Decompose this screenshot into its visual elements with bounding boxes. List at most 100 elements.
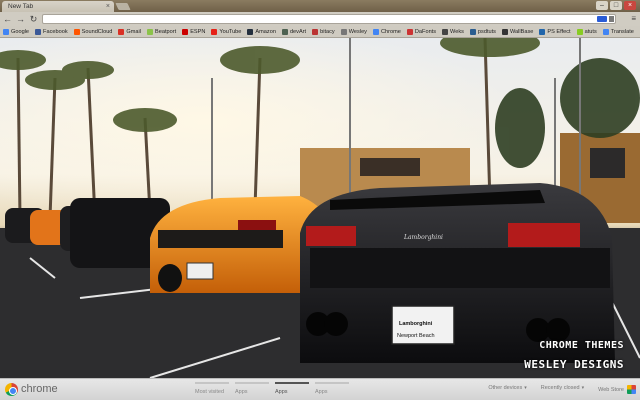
bookmark-dafonts[interactable]: DaFonts [406,28,437,35]
bookmark-devart[interactable]: devArt [281,28,307,35]
bookmark-wesley[interactable]: Wesley [340,28,367,35]
tab-strip: New Tab × – □ × [0,0,640,12]
ntp-page-tab[interactable]: Apps [315,382,349,395]
ntp-page-label: Apps [315,389,328,395]
bookmarks-bar: Google Facebook SoundCloud Gmail Beatport ESP… [0,26,640,38]
favicon-icon [147,28,154,35]
bookmark-label: atuts [584,28,597,35]
other-devices-label: Other devices [488,385,523,391]
bookmark-label: Weks [450,28,464,35]
plate-brand: Lamborghini [399,321,433,327]
page-action-icon[interactable] [609,16,614,22]
favicon-icon [281,28,288,35]
bookmark-label: DaFonts [414,28,437,35]
omnibox[interactable] [42,14,616,24]
ntp-page-label: Apps [275,389,288,395]
ntp-page-tab[interactable]: Apps [275,382,309,395]
bookmark-label: Facebook [43,28,68,35]
bookmark-chrome[interactable]: Chrome [372,28,401,35]
bookmark-label: devArt [289,28,307,35]
back-icon[interactable]: ← [2,14,13,25]
car-script: Lamborghini [403,234,443,241]
bookmark-label: Google [11,28,30,35]
chrome-wordmark: chrome [21,383,58,395]
favicon-icon [406,28,413,35]
bookmark-label: PS Effect [547,28,571,35]
menu-icon[interactable]: ≡ [631,15,636,23]
favicon-icon [469,28,476,35]
favicon-icon [372,28,379,35]
ntp-page-label: Most visited [195,389,225,395]
recently-closed-label: Recently closed [540,385,580,391]
ntp-page-label: Apps [235,389,248,395]
extension-icon[interactable] [597,16,607,22]
bookmark-youtube[interactable]: YouTube [211,28,242,35]
favicon-icon [182,28,189,35]
bookmark-amazon[interactable]: Amazon [247,28,276,35]
bookmark-beatport[interactable]: Beatport [147,28,177,35]
favicon-icon [35,28,42,35]
theme-caption-line-1: CHROME THEMES [539,340,624,351]
bookmark-wallbase[interactable]: WallBase [501,28,534,35]
bookmark-label: psdtuts [477,28,496,35]
bookmark-translate[interactable]: Translate [602,28,634,35]
other-devices-menu[interactable]: Other devices ▾ [488,385,526,394]
tab-new-tab[interactable]: New Tab × [2,1,114,12]
theme-background-image: Lamborghini Lamborghini Newport Beach CH… [0,38,640,378]
reload-icon[interactable]: ↻ [28,14,39,25]
favicon-icon [312,28,319,35]
chrome-logo-icon [5,383,18,396]
tab-close-icon[interactable]: × [106,1,110,12]
close-button[interactable]: × [624,1,636,10]
bookmark-weks[interactable]: Weks [442,28,464,35]
bookmark-bitacy[interactable]: bitacy [312,28,335,35]
bookmark-google[interactable]: Google [3,28,30,35]
chevron-down-icon: ▾ [524,385,527,391]
bookmark-label: Beatport [155,28,177,35]
bookmark-espn[interactable]: ESPN [182,28,206,35]
tab-title: New Tab [8,3,34,10]
bookmark-label: YouTube [219,28,242,35]
ntp-menus: Other devices ▾ Recently closed ▾ Web Stor… [488,385,636,394]
address-input[interactable] [43,15,558,23]
bookmark-gmail[interactable]: Gmail [118,28,141,35]
page-switcher: Most visited Apps Apps Apps [195,382,349,395]
favicon-icon [501,28,508,35]
favicon-icon [118,28,125,35]
bookmark-facebook[interactable]: Facebook [35,28,68,35]
favicon-icon [340,28,347,35]
minimize-button[interactable]: – [596,1,608,10]
bookmark-psdtuts[interactable]: psdtuts [469,28,496,35]
favicon-icon [602,28,609,35]
bookmark-label: ESPN [190,28,206,35]
new-tab-button[interactable] [115,3,131,10]
window-controls: – □ × [596,1,636,10]
bookmark-atuts[interactable]: atuts [576,28,597,35]
web-store-label: Web Store [598,386,624,393]
black-car [300,183,615,363]
web-store-icon [627,385,636,394]
toolbar: ← → ↻ ≡ [0,12,640,26]
theme-caption-line-2: WESLEY DESIGNS [524,358,624,371]
web-store-link[interactable]: Web Store [598,385,636,394]
maximize-button[interactable]: □ [610,1,622,10]
parking-lot-scene: Lamborghini Lamborghini Newport Beach [0,38,640,378]
bookmark-label: WallBase [509,28,534,35]
favicon-icon [3,28,9,35]
favicon-icon [211,28,218,35]
favicon-icon [442,28,449,35]
plate-city: Newport Beach [397,333,435,339]
recently-closed-menu[interactable]: Recently closed ▾ [541,385,584,394]
bookmark-label: Wesley [348,28,367,35]
ntp-footer: chrome Most visited Apps Apps Apps Other de… [0,378,640,400]
bookmark-soundcloud[interactable]: SoundCloud [73,28,112,35]
ntp-page-tab[interactable]: Apps [235,382,269,395]
favicon-icon [247,28,254,35]
bookmark-label: bitacy [320,28,335,35]
bookmark-label: Amazon [255,28,276,35]
forward-icon[interactable]: → [15,14,26,25]
favicon-icon [73,28,80,35]
ntp-page-tab[interactable]: Most visited [195,382,229,395]
bookmark-ps-effect[interactable]: PS Effect [539,28,571,35]
chevron-down-icon: ▾ [581,385,585,391]
